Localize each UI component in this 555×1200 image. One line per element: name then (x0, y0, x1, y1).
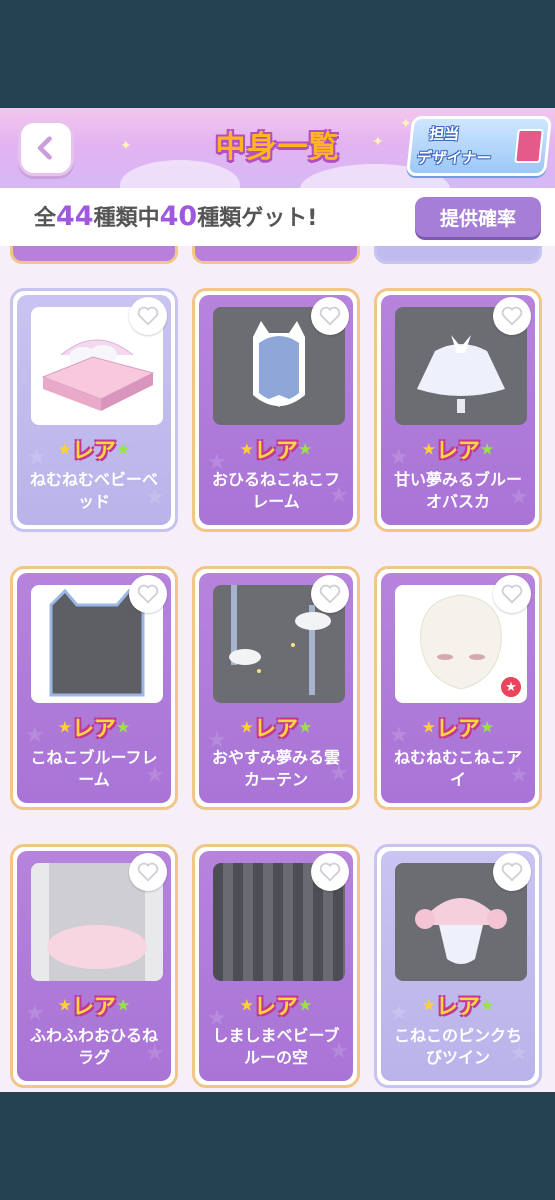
rarity-badge: ★レア★ (239, 717, 313, 742)
rarity-badge: ★レア★ (57, 995, 131, 1020)
drop-rate-button[interactable]: 提供確率 (415, 197, 541, 237)
rarity-badge: ★レア★ (57, 717, 131, 742)
heart-icon (501, 306, 523, 326)
designer-label-line2: デザイナー (415, 149, 493, 167)
item-card[interactable]: ★ ★ ★レア★ こねこのピンクちびツイン (374, 844, 542, 1088)
favorite-heart-button[interactable] (129, 853, 167, 891)
favorite-heart-button[interactable] (311, 853, 349, 891)
heart-icon (137, 306, 159, 326)
rarity-badge: ★レア★ (421, 439, 495, 464)
item-grid: ★ ★ ★レア★ ねむねむベビーベッド ★ ★ ★レア★ おひるねこねこフレーム… (0, 246, 555, 1092)
partial-card (374, 246, 542, 264)
item-card[interactable]: ★ ★ ★レア★ おやすみ夢みる雲カーテン (192, 566, 360, 810)
count-prefix: 全 (34, 206, 57, 231)
favorite-heart-button[interactable] (311, 575, 349, 613)
favorite-heart-button[interactable] (129, 575, 167, 613)
item-name: ねむねむベビーベッド (29, 470, 158, 511)
item-name: ねむねむこねこアイ (393, 748, 522, 789)
book-icon (514, 129, 544, 163)
item-card[interactable]: ★ ★ ★レア★ ねむねむベビーベッド (10, 288, 178, 532)
item-name: こねこブルーフレーム (30, 748, 158, 789)
favorite-heart-button[interactable] (493, 853, 531, 891)
gacha-contents-screen: ✦ ✦ ✦ 中身一覧 担当 デザイナー 全44種類中40種類ゲット! 提供確率 … (0, 108, 555, 1092)
count-got: 40 (159, 201, 198, 232)
partial-card (192, 246, 360, 264)
new-star-badge: ★ (499, 675, 523, 699)
item-card[interactable]: ★ ★ ★レア★ おひるねこねこフレーム (192, 288, 360, 532)
heart-icon (137, 862, 159, 882)
count-mid: 種類中 (93, 206, 160, 231)
item-name: こねこのピンクちびツイン (393, 1026, 522, 1067)
item-name: おやすみ夢みる雲カーテン (211, 748, 340, 789)
heart-icon (501, 584, 523, 604)
collection-count-bar: 全44種類中40種類ゲット! 提供確率 (0, 188, 555, 246)
rarity-badge: ★レア★ (239, 439, 313, 464)
favorite-heart-button[interactable] (493, 297, 531, 335)
heart-icon (319, 862, 341, 882)
item-name: 甘い夢みるブルーオバスカ (393, 470, 522, 511)
item-card[interactable]: ★ ★ ★レア★ しましまベビーブルーの空 (192, 844, 360, 1088)
heart-icon (319, 306, 341, 326)
partial-card (10, 246, 178, 264)
item-name: おひるねこねこフレーム (211, 470, 340, 511)
heart-icon (137, 584, 159, 604)
designer-label-line1: 担当 (428, 125, 461, 143)
rarity-badge: ★レア★ (421, 995, 495, 1020)
favorite-heart-button[interactable] (493, 575, 531, 613)
item-name: しましまベビーブルーの空 (212, 1026, 340, 1067)
favorite-heart-button[interactable] (129, 297, 167, 335)
rarity-badge: ★レア★ (239, 995, 313, 1020)
item-name: ふわふわおひるねラグ (29, 1026, 158, 1067)
collection-count: 全44種類中40種類ゲット! (34, 200, 317, 232)
favorite-heart-button[interactable] (311, 297, 349, 335)
count-total: 44 (56, 201, 94, 232)
item-card[interactable]: ★ ★ ★レア★ ふわふわおひるねラグ (10, 844, 178, 1088)
header-bar: ✦ ✦ ✦ 中身一覧 担当 デザイナー (0, 108, 555, 188)
rarity-badge: ★レア★ (421, 717, 495, 742)
item-card[interactable]: ★ ★ ★レア★ 甘い夢みるブルーオバスカ (374, 288, 542, 532)
heart-icon (501, 862, 523, 882)
count-suffix: 種類ゲット! (197, 206, 318, 231)
heart-icon (319, 584, 341, 604)
item-card[interactable]: ★ ★ ★レア★ こねこブルーフレーム (10, 566, 178, 810)
designer-button[interactable]: 担当 デザイナー (405, 116, 553, 176)
rarity-badge: ★レア★ (57, 439, 131, 464)
item-card[interactable]: ★ ★ ★ ★レア★ ねむねむこねこアイ (374, 566, 542, 810)
